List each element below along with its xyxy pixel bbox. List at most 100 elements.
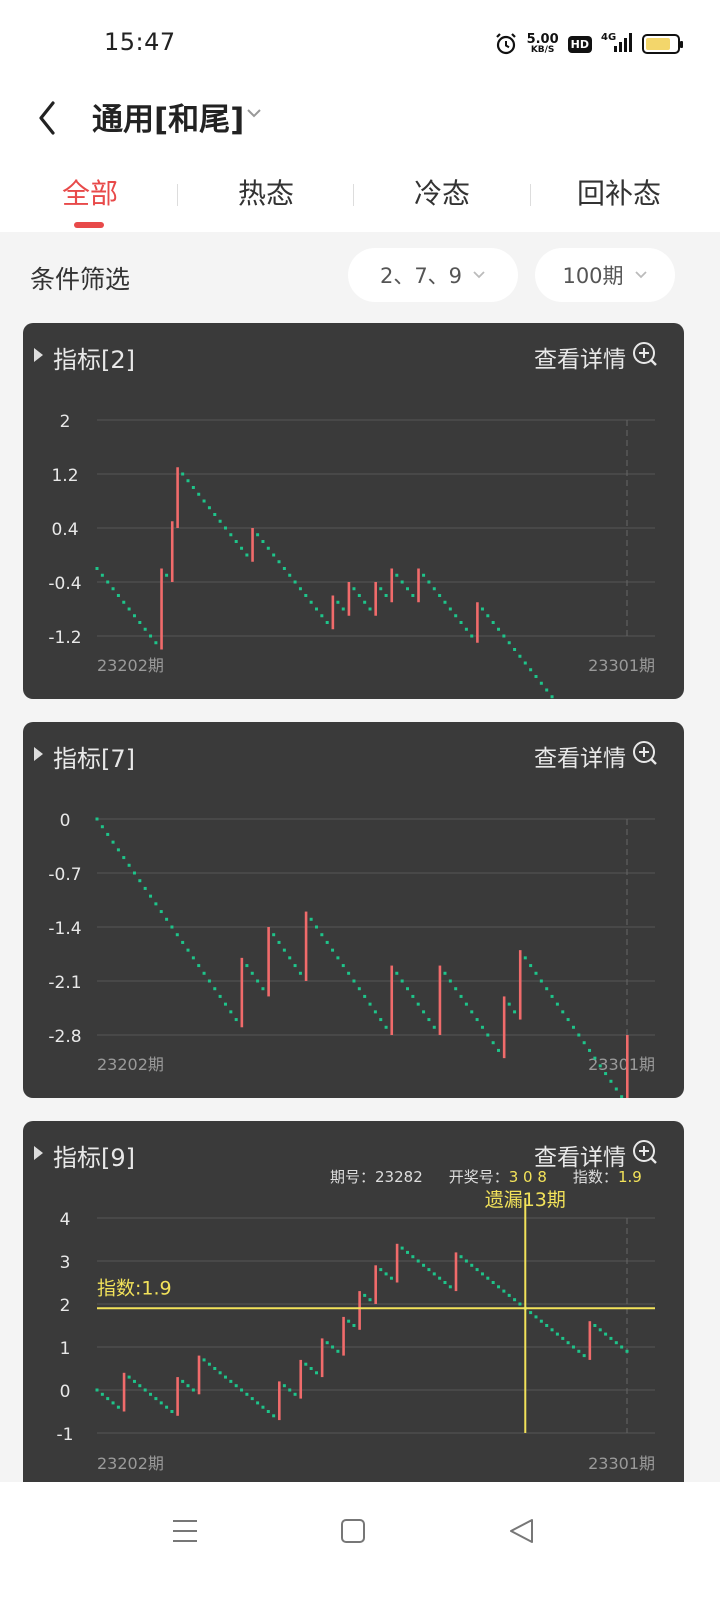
down-step (523, 661, 527, 665)
y-tick-label: -2.1 (48, 973, 81, 993)
down-step (304, 594, 308, 597)
down-step (379, 587, 383, 591)
up-bar (390, 568, 394, 603)
down-step (571, 1025, 575, 1029)
down-step (347, 1319, 351, 1323)
down-step (336, 1349, 340, 1353)
down-step (566, 1018, 570, 1022)
up-bar (358, 1291, 361, 1330)
down-step (363, 1293, 367, 1297)
back-arrow-icon[interactable] (32, 96, 62, 136)
x-start-label: 23202期 (97, 1055, 164, 1074)
x-start-label: 23202期 (97, 656, 164, 675)
down-step (213, 513, 217, 516)
down-step (395, 573, 399, 577)
down-step (470, 634, 474, 638)
view-details-label: 查看详情 (534, 746, 626, 772)
down-step (368, 1298, 372, 1302)
down-step (186, 948, 190, 952)
down-step (149, 894, 153, 898)
down-step (191, 956, 195, 960)
down-step (143, 627, 147, 631)
down-step (138, 879, 142, 883)
down-step (304, 1362, 308, 1366)
expand-triangle-icon[interactable] (33, 746, 45, 766)
down-step (400, 1246, 404, 1250)
page-title[interactable]: 通用[和尾] (92, 94, 244, 139)
tab-bar: 全部 热态 冷态 回补态 (0, 156, 720, 232)
tab-rebound[interactable]: 回补态 (529, 172, 709, 212)
down-step (106, 580, 110, 584)
menu-icon[interactable] (172, 1518, 198, 1548)
down-step (95, 817, 99, 821)
down-step (454, 987, 458, 991)
down-step (443, 1281, 447, 1284)
zoom-in-icon (632, 740, 660, 772)
down-step (406, 1250, 410, 1254)
down-step (448, 607, 452, 611)
down-step (106, 832, 110, 836)
expand-triangle-icon[interactable] (33, 1145, 45, 1165)
down-step (427, 580, 431, 584)
down-step (438, 594, 442, 597)
down-step (282, 948, 286, 952)
up-bar (122, 1372, 126, 1412)
expand-triangle-icon[interactable] (33, 347, 45, 367)
tab-cold[interactable]: 冷态 (352, 172, 532, 212)
view-details-button[interactable]: 查看详情 (534, 340, 660, 374)
home-square-icon[interactable] (341, 1518, 365, 1548)
numbers-dropdown[interactable]: 2、7、9 (348, 248, 518, 302)
down-step (314, 1371, 318, 1375)
down-step (218, 1371, 222, 1375)
battery-icon (642, 34, 683, 54)
down-step (480, 1272, 484, 1276)
down-step (165, 917, 169, 921)
down-step (325, 621, 329, 624)
chevron-down-icon[interactable] (246, 104, 262, 123)
down-step (175, 933, 179, 937)
down-step (277, 940, 281, 944)
down-step (475, 1268, 479, 1272)
up-bar (374, 582, 377, 616)
down-step (213, 1367, 217, 1370)
down-step (132, 614, 136, 618)
network-speed-unit: KB/S (530, 45, 555, 55)
down-step (95, 567, 99, 570)
up-bar (197, 1355, 201, 1395)
indicator-card: 0 -0.7 -1.4 -2.1 -2.8 23202期 23301期 指标[7] 查看详情 (23, 722, 684, 1098)
down-step (459, 621, 463, 624)
down-step (272, 933, 276, 937)
up-bar (626, 1035, 629, 1098)
down-step (406, 587, 410, 591)
tab-hot[interactable]: 热态 (176, 172, 356, 212)
period-dropdown[interactable]: 100期 (535, 248, 675, 302)
y-tick-label: -0.7 (48, 865, 81, 885)
back-triangle-icon[interactable] (508, 1518, 534, 1548)
up-bar (342, 1316, 345, 1356)
down-step (604, 1332, 608, 1336)
down-step (331, 1345, 335, 1349)
up-bar (417, 568, 420, 603)
down-step (593, 1056, 597, 1060)
down-step (480, 607, 484, 611)
down-step (368, 1002, 372, 1006)
down-step (561, 1010, 565, 1014)
down-step (507, 641, 511, 645)
down-step (320, 933, 324, 937)
app-header: 通用[和尾] (0, 86, 720, 156)
down-step (438, 1276, 442, 1280)
tab-all[interactable]: 全部 (0, 172, 180, 212)
x-start-label: 23202期 (97, 1454, 164, 1473)
view-details-button[interactable]: 查看详情 (534, 1138, 660, 1172)
view-details-button[interactable]: 查看详情 (534, 739, 660, 773)
down-step (181, 472, 185, 476)
down-step (609, 1079, 613, 1083)
indicator-card: 4 3 2 1 0 -1 23202期 23301期 指数:1.9 遗漏13期 期号：23282 开奖… (23, 1121, 684, 1497)
x-end-label: 23301期 (588, 656, 655, 675)
down-step (341, 964, 345, 968)
y-tick-label: 1.2 (51, 466, 78, 486)
down-step (170, 925, 174, 929)
down-step (614, 1087, 618, 1091)
down-step (384, 1272, 388, 1276)
y-tick-label: -1 (57, 1425, 74, 1445)
